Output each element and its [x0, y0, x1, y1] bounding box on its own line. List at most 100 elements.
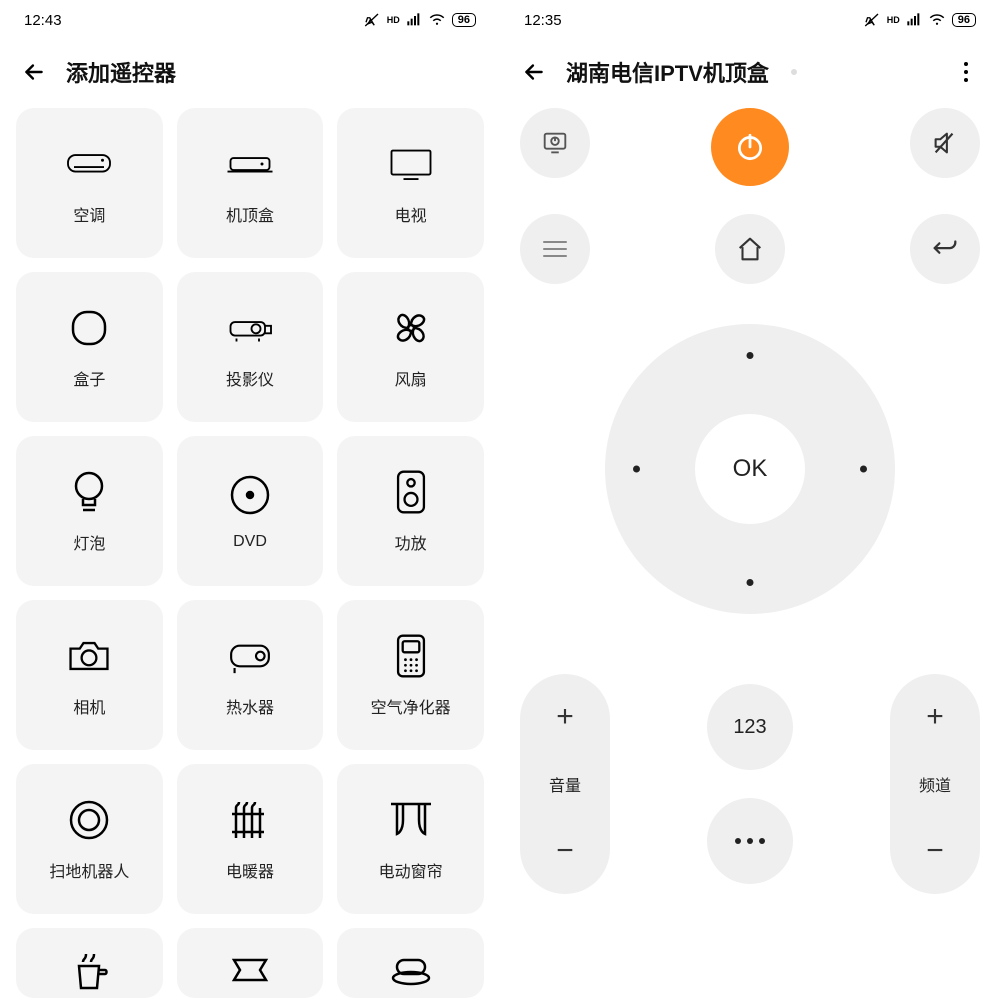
app-header: 湖南电信IPTV机顶盒: [500, 40, 1000, 108]
channel-up-button[interactable]: +: [926, 702, 944, 732]
stb-icon: [226, 140, 274, 188]
category-dvd[interactable]: DVD: [177, 436, 324, 586]
page-title: 湖南电信IPTV机顶盒: [566, 56, 769, 88]
category-air-purifier[interactable]: 空气净化器: [337, 600, 484, 750]
status-icons: HD 96: [863, 11, 976, 29]
category-stb[interactable]: 机顶盒: [177, 108, 324, 258]
category-label: 功放: [395, 530, 427, 554]
dpad[interactable]: OK: [605, 324, 895, 614]
device-icon: [226, 946, 274, 994]
category-amplifier[interactable]: 功放: [337, 436, 484, 586]
home-button[interactable]: [715, 214, 785, 284]
remote-bottom-row: + 音量 − 123 + 频道 −: [520, 664, 980, 894]
dpad-ok-button[interactable]: OK: [695, 414, 805, 524]
category-box[interactable]: 盒子: [16, 272, 163, 422]
category-partial-2[interactable]: [177, 928, 324, 998]
battery-icon: 96: [952, 13, 976, 27]
projector-icon: [226, 304, 274, 352]
numpad-button[interactable]: 123: [707, 684, 793, 770]
category-water-heater[interactable]: 热水器: [177, 600, 324, 750]
bulb-icon: [65, 468, 113, 516]
category-ac[interactable]: 空调: [16, 108, 163, 258]
category-label: DVD: [233, 533, 267, 551]
category-partial-3[interactable]: [337, 928, 484, 998]
device-icon: [387, 946, 435, 994]
channel-label: 频道: [919, 772, 951, 796]
tv-icon: [387, 140, 435, 188]
status-bar: 12:35 HD 96: [500, 0, 1000, 40]
category-electric-heater[interactable]: 电暖器: [177, 764, 324, 914]
category-label: 电暖器: [226, 858, 274, 882]
status-dot-icon: [791, 69, 797, 75]
category-grid: 空调 机顶盒 电视 盒子 投影仪 风扇 灯泡 DVD: [0, 108, 500, 998]
volume-up-button[interactable]: +: [556, 702, 574, 732]
menu-button[interactable]: [520, 214, 590, 284]
category-label: 热水器: [226, 694, 274, 718]
box-icon: [65, 304, 113, 352]
numpad-label: 123: [733, 716, 766, 739]
more-dots-icon: [735, 838, 765, 844]
signal-icon: [406, 12, 422, 28]
power-icon: [733, 130, 767, 164]
return-icon: [930, 234, 960, 264]
dpad-right[interactable]: [860, 466, 867, 473]
category-label: 盒子: [73, 366, 105, 390]
ac-icon: [65, 140, 113, 188]
signal-icon: [906, 12, 922, 28]
dpad-down[interactable]: [747, 579, 754, 586]
category-label: 相机: [73, 694, 105, 718]
category-label: 扫地机器人: [49, 858, 129, 882]
mute-icon: [363, 11, 381, 29]
volume-down-button[interactable]: −: [556, 836, 574, 866]
category-curtain[interactable]: 电动窗帘: [337, 764, 484, 914]
mute-icon: [863, 11, 881, 29]
kettle-icon: [65, 946, 113, 994]
status-bar: 12:43 HD 96: [0, 0, 500, 40]
more-menu-button[interactable]: [952, 58, 980, 86]
wifi-icon: [428, 11, 446, 29]
center-extra-controls: 123: [630, 674, 870, 894]
hd-icon: HD: [887, 15, 900, 25]
dpad-up[interactable]: [747, 352, 754, 359]
status-icons: HD 96: [363, 11, 476, 29]
category-label: 电动窗帘: [379, 858, 443, 882]
tv-power-icon: [540, 128, 570, 158]
remote-row-1: [520, 108, 980, 186]
screen-remote-control: 12:35 HD 96 湖南电信IPTV机顶盒: [500, 0, 1000, 1006]
status-time: 12:43: [24, 12, 62, 29]
channel-down-button[interactable]: −: [926, 836, 944, 866]
dvd-icon: [226, 471, 274, 519]
water-heater-icon: [226, 632, 274, 680]
category-partial-1[interactable]: [16, 928, 163, 998]
curtain-icon: [387, 796, 435, 844]
category-label: 空调: [73, 202, 105, 226]
category-fan[interactable]: 风扇: [337, 272, 484, 422]
back-button[interactable]: [20, 58, 48, 86]
category-tv[interactable]: 电视: [337, 108, 484, 258]
radiator-icon: [226, 796, 274, 844]
dpad-left[interactable]: [633, 466, 640, 473]
category-bulb[interactable]: 灯泡: [16, 436, 163, 586]
speaker-icon: [387, 468, 435, 516]
category-projector[interactable]: 投影仪: [177, 272, 324, 422]
return-button[interactable]: [910, 214, 980, 284]
category-robot-vacuum[interactable]: 扫地机器人: [16, 764, 163, 914]
volume-label: 音量: [549, 772, 581, 796]
mute-button[interactable]: [910, 108, 980, 178]
category-label: 电视: [395, 202, 427, 226]
more-button[interactable]: [707, 798, 793, 884]
menu-icon: [543, 241, 567, 257]
camera-icon: [65, 632, 113, 680]
category-camera[interactable]: 相机: [16, 600, 163, 750]
back-button[interactable]: [520, 58, 548, 86]
dpad-wrap: OK: [520, 324, 980, 614]
hd-icon: HD: [387, 15, 400, 25]
category-label: 空气净化器: [371, 694, 451, 718]
category-label: 风扇: [395, 366, 427, 390]
remote-controls: OK + 音量 − 123 + 频道 −: [500, 108, 1000, 894]
power-button[interactable]: [711, 108, 789, 186]
mute-speaker-icon: [930, 128, 960, 158]
tv-power-button[interactable]: [520, 108, 590, 178]
category-label: 投影仪: [226, 366, 274, 390]
screen-add-remote: 12:43 HD 96 添加遥控器 空调 机顶盒 电视 盒子: [0, 0, 500, 1006]
